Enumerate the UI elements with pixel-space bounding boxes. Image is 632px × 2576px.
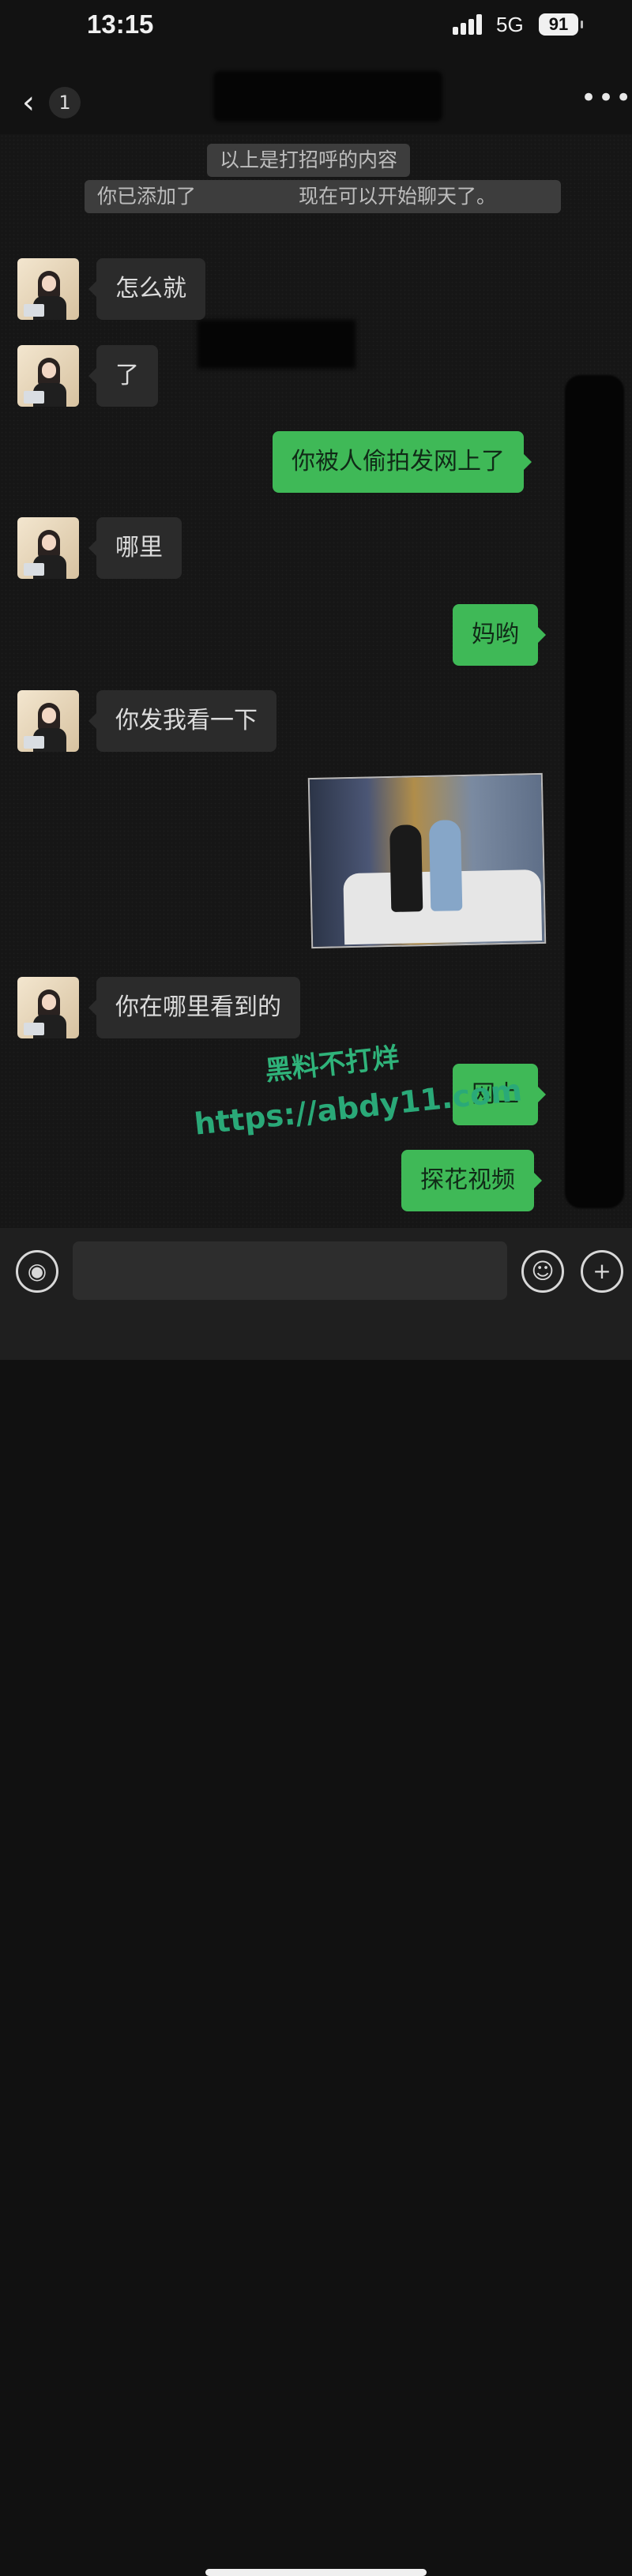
chat-header: ‹ 1 ••• (0, 55, 632, 134)
system-message: 以上是打招呼的内容 (207, 144, 411, 177)
emoji-icon[interactable]: ☺ (521, 1250, 564, 1293)
incoming-message[interactable]: 了 (88, 345, 158, 407)
home-indicator[interactable] (205, 2569, 427, 2576)
outgoing-message[interactable]: 你被人偷拍发网上了 (273, 431, 532, 493)
incoming-message[interactable]: 你在哪里看到的 (88, 977, 300, 1038)
message-list[interactable]: 以上是打招呼的内容 你已添加了 现在可以开始聊天了。 怎么就 了 你被人偷拍发网上… (0, 134, 632, 1228)
system-message-part: 现在可以开始聊天了。 (299, 185, 497, 208)
photo-message[interactable] (307, 772, 547, 949)
input-bar: ◉ ☺ + (0, 1228, 632, 2576)
message-input[interactable] (73, 1241, 507, 1300)
avatar[interactable] (17, 690, 79, 752)
plus-icon[interactable]: + (581, 1250, 623, 1293)
avatar[interactable] (17, 345, 79, 407)
redacted-contact-name (213, 71, 442, 122)
incoming-message[interactable]: 你发我看一下 (88, 690, 276, 752)
incoming-message[interactable]: 哪里 (88, 517, 182, 579)
outgoing-message[interactable]: 妈哟 (453, 604, 546, 666)
signal-icon (453, 14, 486, 35)
incoming-message[interactable]: 怎么就 (88, 258, 205, 320)
system-message-part: 你已添加了 (97, 185, 197, 208)
watermark-url: https://abdy11.com (192, 1072, 524, 1142)
unread-count-badge[interactable]: 1 (49, 87, 81, 118)
avatar[interactable] (17, 977, 79, 1038)
redacted-region (198, 320, 356, 369)
battery-icon: 91 (539, 13, 583, 36)
outgoing-message[interactable]: 探花视频 (401, 1150, 542, 1211)
system-message-add: 你已添加了 现在可以开始聊天了。 (85, 180, 561, 213)
voice-icon[interactable]: ◉ (16, 1250, 58, 1293)
redacted-region (565, 375, 624, 1208)
avatar[interactable] (17, 258, 79, 320)
watermark-title: 黑料不打烊 (263, 1042, 401, 1087)
status-time: 13:15 (87, 9, 154, 39)
status-bar: 13:15 5G 91 (0, 0, 632, 55)
avatar[interactable] (17, 517, 79, 579)
chevron-left-icon[interactable]: ‹ (22, 87, 35, 118)
more-icon[interactable]: ••• (581, 82, 632, 114)
network-label: 5G (496, 13, 524, 36)
